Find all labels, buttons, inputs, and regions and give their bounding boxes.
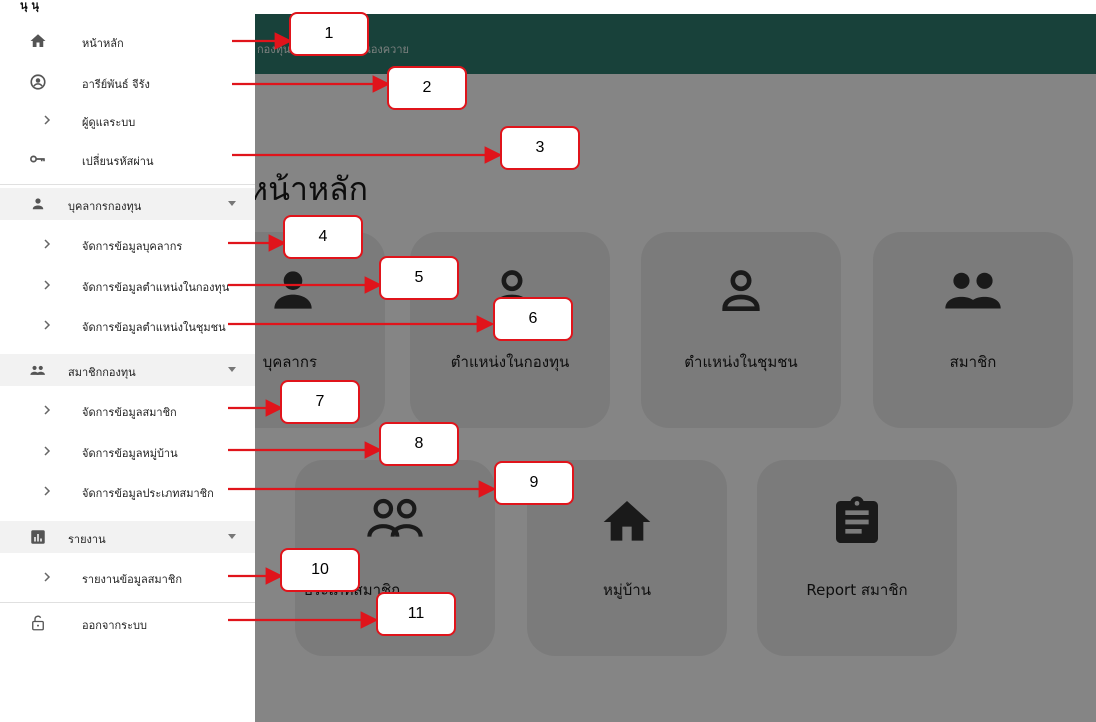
annotation-badge: 4 [283,215,363,259]
chevron-right-icon [44,486,51,496]
person-icon [32,198,44,210]
section-members-label: สมาชิกกองทุน [68,366,136,379]
section-reports[interactable]: รายงาน [0,521,255,553]
nav-item-label: จัดการข้อมูลบุคลากร [82,240,183,253]
chevron-right-icon [44,320,51,330]
nav-manage-member-types[interactable]: จัดการข้อมูลประเภทสมาชิก [0,475,255,507]
caret-down-icon [228,201,236,206]
key-icon [30,155,45,163]
annotation-badge: 3 [500,126,580,170]
annotation-badge: 6 [493,297,573,341]
section-members[interactable]: สมาชิกกองทุน [0,354,255,386]
nav-item-label: จัดการข้อมูลตำแหน่งในกองทุน [82,281,230,294]
nav-manage-community-positions[interactable]: จัดการข้อมูลตำแหน่งในชุมชน [0,309,255,341]
chevron-right-icon [44,446,51,456]
top-strip: นุ นุ [0,0,1096,14]
bar-chart-icon [31,530,45,544]
divider [0,602,255,603]
group-icon [30,365,45,375]
annotation-badge: 9 [494,461,574,505]
navigation-drawer: หน้าหลัก อารีย์พันธ์ จีรัง ผู้ดูแลระบบ เ… [0,14,255,722]
nav-home-label: หน้าหลัก [82,37,124,50]
nav-home[interactable]: หน้าหลัก [0,25,255,57]
nav-manage-personnel[interactable]: จัดการข้อมูลบุคลากร [0,228,255,260]
chevron-right-icon [44,572,51,582]
annotation-badge: 7 [280,380,360,424]
divider [0,184,255,185]
annotation-badge: 8 [379,422,459,466]
nav-logout-label: ออกจากระบบ [82,619,147,632]
nav-item-label: จัดการข้อมูลตำแหน่งในชุมชน [82,321,226,334]
nav-user-label: อารีย์พันธ์ จีรัง [82,78,150,91]
nav-item-label: จัดการข้อมูลสมาชิก [82,406,177,419]
nav-item-label: จัดการข้อมูลหมู่บ้าน [82,447,178,460]
caret-down-icon [228,534,236,539]
nav-change-password[interactable]: เปลี่ยนรหัสผ่าน [0,143,255,175]
nav-logout[interactable]: ออกจากระบบ [0,607,255,639]
home-icon [30,34,46,47]
chevron-right-icon [44,280,51,290]
lock-open-icon [32,615,44,631]
chevron-right-icon [44,405,51,415]
annotation-badge: 10 [280,548,360,592]
nav-manage-members[interactable]: จัดการข้อมูลสมาชิก [0,394,255,426]
annotation-badge: 11 [376,592,456,636]
account-circle-icon [30,74,46,90]
nav-user-profile[interactable]: อารีย์พันธ์ จีรัง [0,66,255,98]
nav-member-report[interactable]: รายงานข้อมูลสมาชิก [0,561,255,593]
section-reports-label: รายงาน [68,533,106,546]
nav-manage-fund-positions[interactable]: จัดการข้อมูลตำแหน่งในกองทุน [0,269,255,301]
nav-item-label: รายงานข้อมูลสมาชิก [82,573,182,586]
annotation-badge: 2 [387,66,467,110]
section-personnel-label: บุคลากรกองทุน [68,200,142,213]
nav-admin[interactable]: ผู้ดูแลระบบ [0,104,255,136]
top-strip-text: นุ นุ [20,0,39,12]
nav-item-label: จัดการข้อมูลประเภทสมาชิก [82,487,214,500]
section-personnel[interactable]: บุคลากรกองทุน [0,188,255,220]
caret-down-icon [228,367,236,372]
nav-change-password-label: เปลี่ยนรหัสผ่าน [82,155,154,168]
nav-manage-villages[interactable]: จัดการข้อมูลหมู่บ้าน [0,435,255,467]
chevron-right-icon [44,239,51,249]
annotation-badge: 5 [379,256,459,300]
nav-admin-label: ผู้ดูแลระบบ [82,116,136,129]
chevron-right-icon [44,115,51,125]
annotation-badge: 1 [289,12,369,56]
